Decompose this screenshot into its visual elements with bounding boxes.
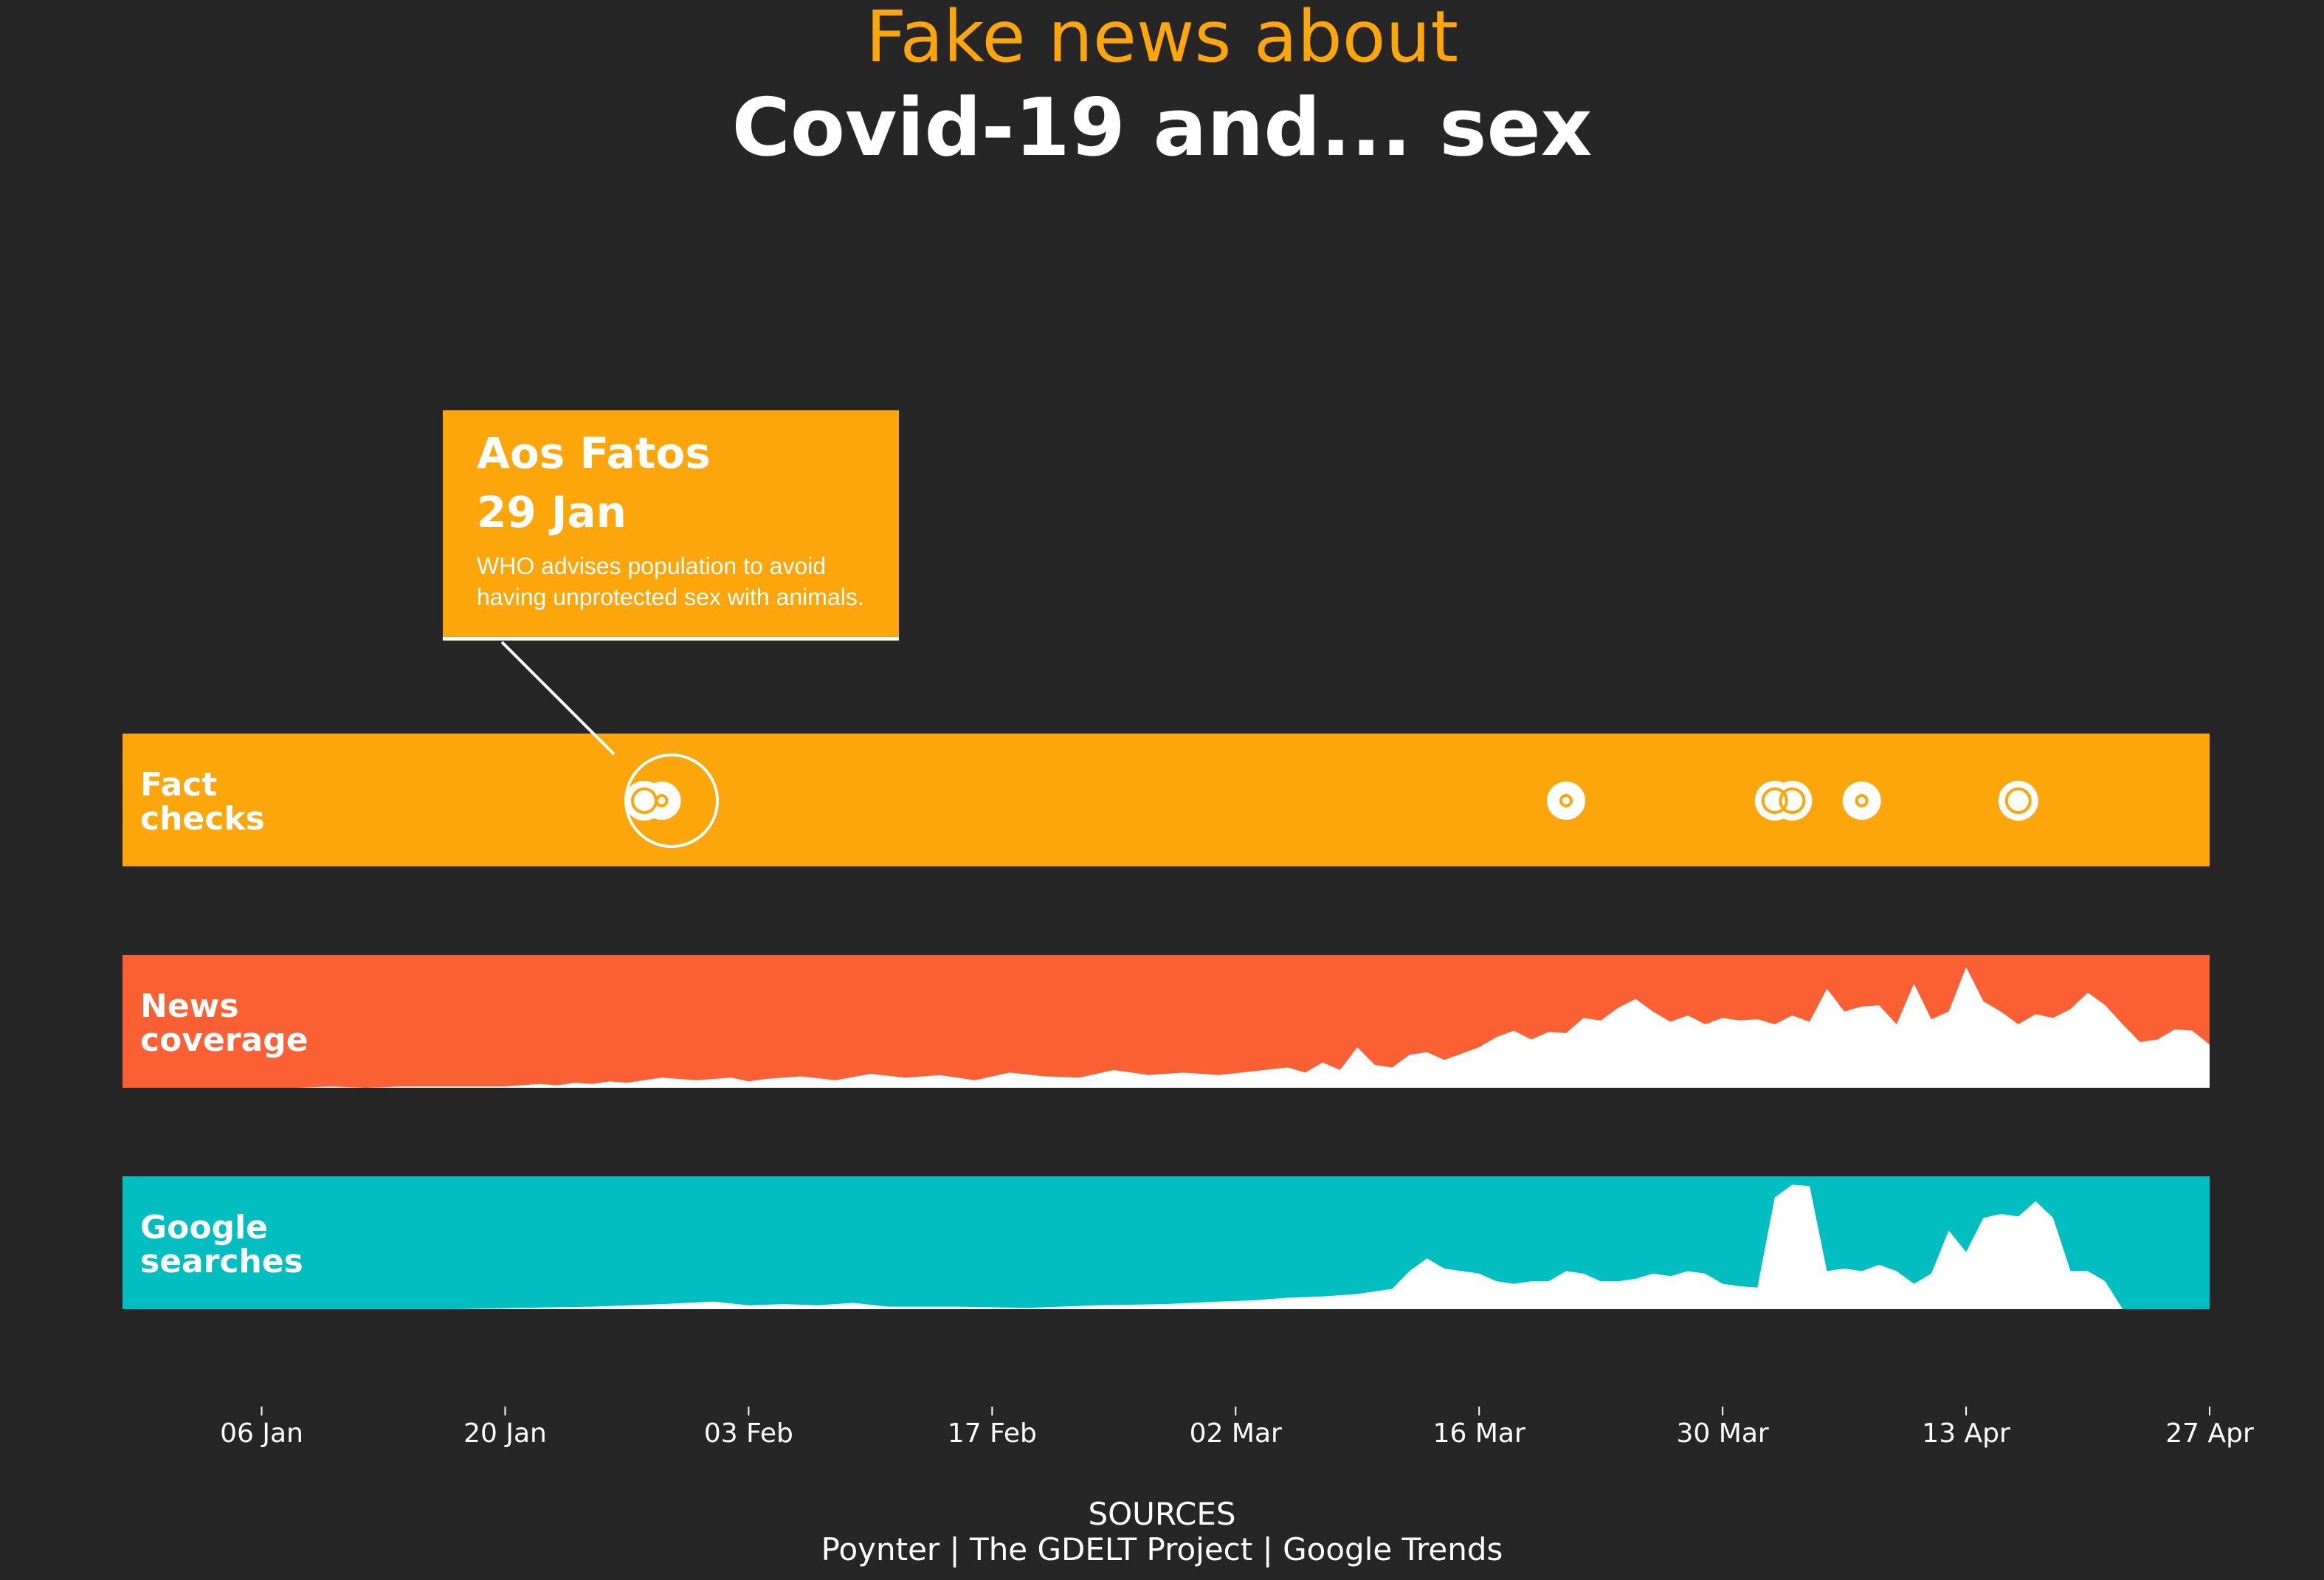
track-google-searches: Google searches bbox=[123, 1176, 2210, 1309]
sources-heading: SOURCES bbox=[1088, 1496, 1236, 1532]
x-tick-label: 17 Feb bbox=[948, 1418, 1037, 1449]
track-fact-checks-band bbox=[123, 734, 2210, 866]
x-tick-label: 06 Jan bbox=[220, 1418, 303, 1449]
x-tick-label: 13 Apr bbox=[1922, 1418, 2010, 1449]
fact-check-dot bbox=[1842, 782, 1881, 820]
track-news-coverage: News coverage bbox=[123, 955, 2210, 1088]
chart-area: Fact checks News coverage Google searche… bbox=[123, 641, 2254, 1449]
track-news-coverage-label-line2: coverage bbox=[140, 1021, 308, 1059]
x-tick-label: 20 Jan bbox=[463, 1418, 547, 1449]
x-tick-label: 16 Mar bbox=[1433, 1418, 1525, 1449]
callout-text: WHO advises population to avoid having u… bbox=[477, 553, 864, 610]
fact-check-dot bbox=[1998, 781, 2038, 821]
sources-list: Poynter | The GDELT Project | Google Tre… bbox=[821, 1531, 1503, 1567]
track-fact-checks-label-line2: checks bbox=[140, 800, 265, 838]
callout-source: Aos Fatos bbox=[477, 428, 711, 478]
x-tick-label: 02 Mar bbox=[1190, 1418, 1282, 1449]
fact-check-dot bbox=[642, 782, 681, 820]
x-tick-label: 30 Mar bbox=[1677, 1418, 1769, 1449]
x-axis: 06 Jan 20 Jan 03 Feb 17 Feb 02 Mar 16 Mar 30 M… bbox=[220, 1407, 2254, 1449]
callout-date: 29 Jan bbox=[477, 487, 627, 537]
track-news-coverage-label-line1: News bbox=[140, 987, 239, 1025]
x-tick-label: 27 Apr bbox=[2165, 1418, 2254, 1449]
track-fact-checks-label-line1: Fact bbox=[140, 766, 217, 804]
sources-block: SOURCES Poynter | The GDELT Project | Go… bbox=[0, 1497, 2324, 1567]
track-fact-checks: Fact checks bbox=[123, 734, 2210, 866]
track-google-searches-label-line1: Google bbox=[140, 1209, 268, 1246]
fact-check-dot bbox=[1772, 781, 1813, 821]
fact-check-callout: Aos Fatos 29 Jan WHO advises population … bbox=[443, 410, 899, 641]
fact-check-dot bbox=[1547, 782, 1586, 820]
track-google-searches-label-line2: searches bbox=[140, 1243, 303, 1280]
x-tick-label: 03 Feb bbox=[704, 1418, 793, 1449]
